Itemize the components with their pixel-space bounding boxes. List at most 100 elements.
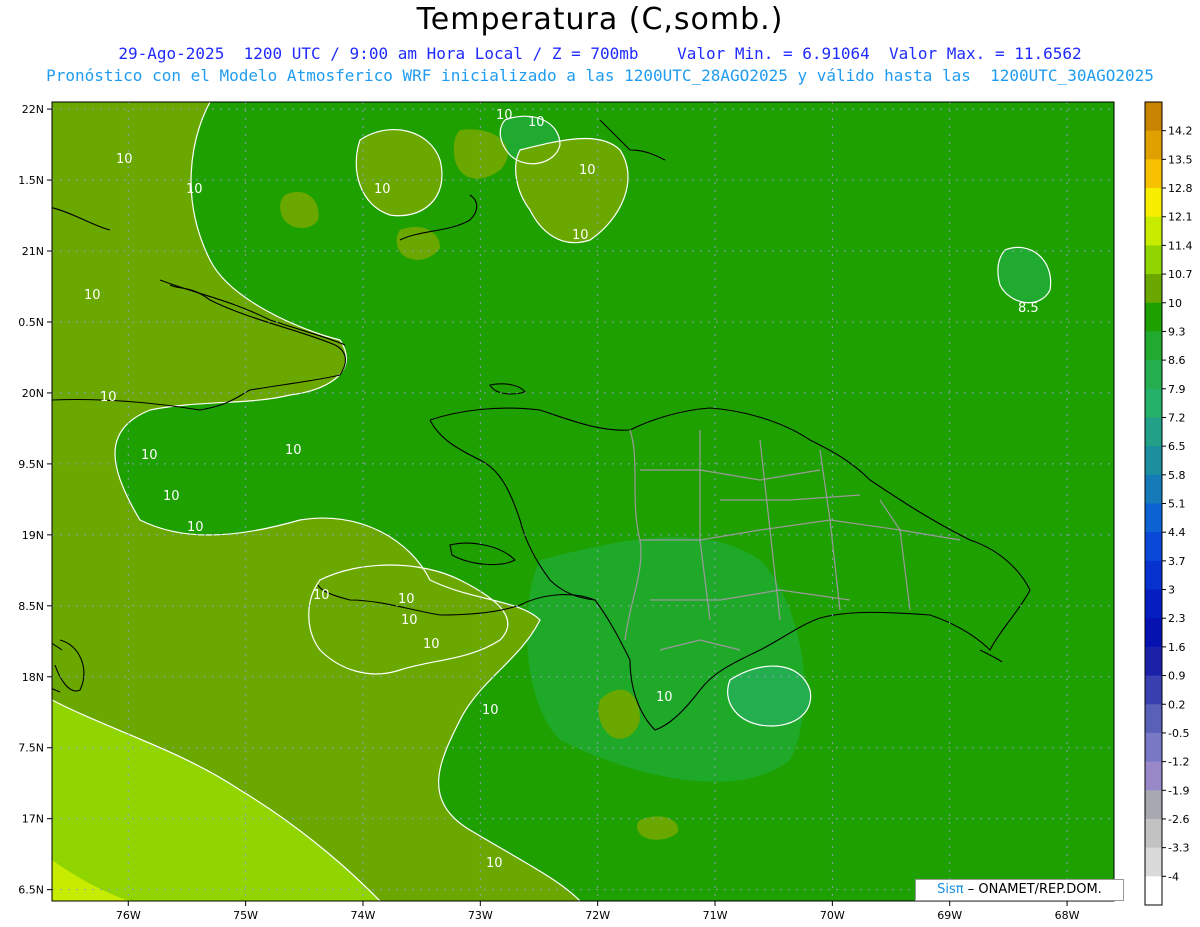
lon-tick-label: 70W (820, 909, 845, 922)
colorbar-swatch (1145, 761, 1162, 791)
colorbar-label: 11.4 (1168, 239, 1193, 252)
colorbar-label: 5.8 (1168, 469, 1186, 482)
lat-tick-label: 18N (22, 671, 44, 684)
colorbar-swatch (1145, 618, 1162, 648)
contour-label: 10 (313, 588, 330, 603)
temperature-field (52, 102, 1114, 901)
colorbar-label: 1.6 (1168, 641, 1186, 654)
colorbar-swatch (1145, 503, 1162, 533)
contour-label: 10 (486, 856, 503, 871)
colorbar-swatch (1145, 417, 1162, 447)
lat-tick-label: 6.5N (18, 884, 44, 897)
lat-tick-label: 9.5N (18, 458, 44, 471)
contour-label: 10 (374, 182, 391, 197)
colorbar-label: 10 (1168, 297, 1182, 310)
colorbar-label: 0.9 (1168, 670, 1186, 683)
sispi-logo-text: Sisπ (937, 882, 964, 897)
colorbar-label: 7.9 (1168, 383, 1186, 396)
colorbar-swatch (1145, 790, 1162, 820)
lat-tick-label: 8.5N (18, 600, 44, 613)
lon-tick-label: 75W (233, 909, 258, 922)
lon-tick-label: 76W (116, 909, 141, 922)
colorbar-swatch (1145, 675, 1162, 705)
lat-tick-label: 0.5N (18, 316, 44, 329)
colorbar-label: -1.9 (1168, 784, 1189, 797)
colorbar: 14.2 13.5 12.8 12.1 11.4 10.7 10 9.3 8.6 7.9 7.2 6.… (1144, 101, 1193, 906)
contour-label: 10 (579, 163, 596, 178)
contour-label: 10 (84, 288, 101, 303)
colorbar-swatch (1145, 331, 1162, 361)
colorbar-label: 5.1 (1168, 498, 1186, 511)
contour-label: 10 (398, 592, 415, 607)
colorbar-swatch (1145, 560, 1162, 591)
colorbar-swatch (1145, 302, 1162, 332)
contour-label: 10 (186, 182, 203, 197)
lat-tick-label: 7.5N (18, 742, 44, 755)
colorbar-swatch (1145, 216, 1162, 246)
colorbar-swatch (1145, 245, 1162, 275)
colorbar-label: 10.7 (1168, 268, 1193, 281)
colorbar-label: 8.6 (1168, 354, 1186, 367)
contour-label: 10 (163, 489, 180, 504)
colorbar-label: 2.3 (1168, 612, 1186, 625)
contour-label: 10 (528, 115, 545, 130)
field-10-patch (637, 816, 679, 840)
contour-label: 10 (100, 390, 117, 405)
credit-text: – ONAMET/REP.DOM. (967, 882, 1102, 897)
colorbar-label: 9.3 (1168, 325, 1186, 338)
colorbar-swatch (1145, 818, 1162, 849)
colorbar-swatch (1145, 159, 1162, 189)
colorbar-label: 7.2 (1168, 411, 1186, 424)
contour-label: 10 (285, 443, 302, 458)
contour-label: 10 (187, 520, 204, 535)
colorbar-label: 6.5 (1168, 440, 1186, 453)
colorbar-swatch (1145, 646, 1162, 677)
contour-label: 10 (116, 152, 133, 167)
colorbar-label: 3 (1168, 584, 1175, 597)
contour-label: 10 (656, 690, 673, 705)
colorbar-swatch (1145, 589, 1162, 619)
lon-tick-label: 73W (468, 909, 493, 922)
lon-tick-label: 68W (1055, 909, 1080, 922)
colorbar-swatch (1145, 130, 1162, 160)
colorbar-label: 13.5 (1168, 153, 1193, 166)
lon-tick-label: 72W (585, 909, 610, 922)
colorbar-swatch (1145, 474, 1162, 504)
lat-tick-label: 20N (22, 387, 44, 400)
colorbar-label: -2.6 (1168, 813, 1189, 826)
colorbar-label: 12.1 (1168, 211, 1193, 224)
colorbar-swatch (1145, 102, 1162, 132)
lon-tick-label: 74W (351, 909, 376, 922)
colorbar-label: -4 (1168, 870, 1179, 883)
colorbar-swatch (1145, 532, 1162, 562)
colorbar-label: -0.5 (1168, 727, 1189, 740)
colorbar-swatch (1145, 446, 1162, 476)
lon-tick-label: 69W (937, 909, 962, 922)
colorbar-label: 3.7 (1168, 555, 1186, 568)
colorbar-label: 12.8 (1168, 182, 1193, 195)
contour-label: 10 (482, 703, 499, 718)
lat-tick-label: 21N (22, 245, 44, 258)
colorbar-swatch (1145, 847, 1162, 877)
credit-box: Sisπ – ONAMET/REP.DOM. (915, 879, 1124, 901)
colorbar-label: -1.2 (1168, 756, 1189, 769)
contour-label: 10 (496, 108, 513, 123)
contour-label: 10 (572, 228, 589, 243)
contour-label: 8.5 (1018, 301, 1039, 316)
colorbar-swatch (1145, 388, 1162, 418)
colorbar-swatch (1145, 876, 1162, 906)
colorbar-swatch (1145, 274, 1162, 304)
colorbar-label: 4.4 (1168, 526, 1186, 539)
map-figure: 76W 75W 74W 73W 72W 71W 70W 69W 68W 22N 1.5N 21N 0.5… (18, 101, 1193, 922)
contour-label: 10 (401, 613, 418, 628)
lat-tick-label: 1.5N (18, 174, 44, 187)
colorbar-label: 0.2 (1168, 698, 1186, 711)
colorbar-label: -3.3 (1168, 842, 1189, 855)
contour-label: 10 (423, 637, 440, 652)
colorbar-swatch (1145, 360, 1162, 390)
colorbar-label: 14.2 (1168, 125, 1193, 138)
lat-tick-label: 17N (22, 813, 44, 826)
contour-label: 10 (141, 448, 158, 463)
lat-tick-label: 22N (22, 103, 44, 116)
lat-tick-label: 19N (22, 529, 44, 542)
